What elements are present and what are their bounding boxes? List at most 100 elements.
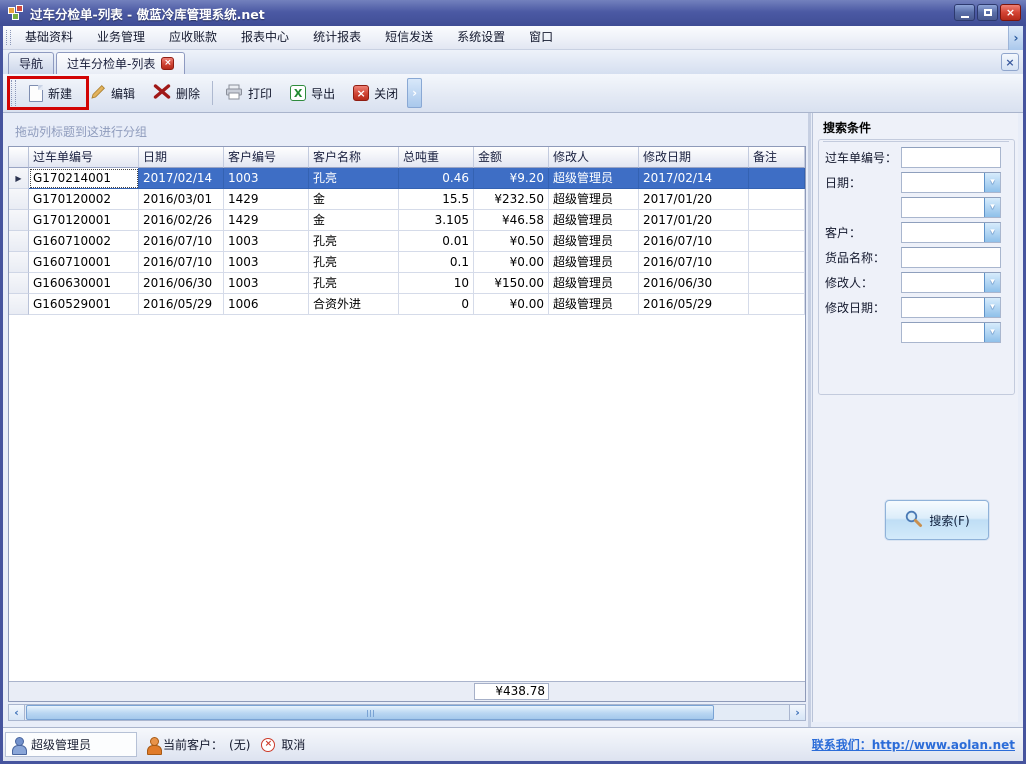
menu-item[interactable]: 系统设置 [445, 26, 517, 49]
close-x-icon: × [353, 85, 369, 101]
cell-customer_name: 金 [309, 210, 399, 231]
table-row[interactable]: G1605290012016/05/291006合资外进0¥0.00超级管理员2… [9, 294, 805, 315]
combo-dropdown-icon[interactable]: ▾ [984, 223, 1000, 242]
cell-amount: ¥46.58 [474, 210, 549, 231]
cell-customer_name: 金 [309, 189, 399, 210]
scrollbar-thumb[interactable] [26, 705, 714, 720]
cell-modifier: 超级管理员 [549, 189, 639, 210]
toolbar-separator [212, 81, 213, 105]
edit-button[interactable]: 编辑 [81, 78, 144, 108]
column-header-tonnage[interactable]: 总吨重 [399, 147, 474, 168]
tab-active[interactable]: 过车分检单-列表× [56, 52, 185, 74]
combo-dropdown-icon[interactable]: ▾ [984, 298, 1000, 317]
scroll-right-arrow-icon[interactable]: › [789, 705, 805, 720]
cell-modified_date: 2016/07/10 [639, 252, 749, 273]
grid-corner-cell [9, 147, 29, 168]
search-field-combo[interactable]: ▾ [901, 322, 1001, 343]
cell-date: 2016/05/29 [139, 294, 224, 315]
column-header-date[interactable]: 日期 [139, 147, 224, 168]
column-header-modified_date[interactable]: 修改日期 [639, 147, 749, 168]
column-header-customer_name[interactable]: 客户名称 [309, 147, 399, 168]
column-header-customer_no[interactable]: 客户编号 [224, 147, 309, 168]
print-button[interactable]: 打印 [216, 78, 281, 108]
cell-date: 2016/07/10 [139, 231, 224, 252]
search-field-input[interactable] [901, 247, 1001, 268]
tabstrip-close-button[interactable]: × [1001, 53, 1019, 71]
search-button[interactable]: 搜索(F) [885, 500, 989, 540]
menu-item[interactable]: 报表中心 [229, 26, 301, 49]
new-button[interactable]: 新建 [20, 78, 81, 108]
search-field-combo[interactable]: ▾ [901, 222, 1001, 243]
search-field-input[interactable] [901, 147, 1001, 168]
combo-dropdown-icon[interactable]: ▾ [984, 323, 1000, 342]
cell-customer_no: 1429 [224, 210, 309, 231]
cell-note [749, 210, 805, 231]
maximize-button[interactable] [977, 4, 998, 21]
delete-button[interactable]: 删除 [144, 78, 209, 108]
data-grid: 过车单编号日期客户编号客户名称总吨重金额修改人修改日期备注 ▶G17021400… [8, 146, 806, 702]
column-header-amount[interactable]: 金额 [474, 147, 549, 168]
table-row[interactable]: G1606300012016/06/301003孔亮10¥150.00超级管理员… [9, 273, 805, 294]
column-header-modifier[interactable]: 修改人 [549, 147, 639, 168]
menu-overflow-chevron-icon[interactable]: › [1008, 26, 1023, 50]
current-user-name: 超级管理员 [31, 736, 91, 753]
search-field-label: 修改日期： [825, 299, 901, 316]
search-field-combo[interactable]: ▾ [901, 197, 1001, 218]
combo-dropdown-icon[interactable]: ▾ [984, 273, 1000, 292]
menu-item[interactable]: 统计报表 [301, 26, 373, 49]
cell-date: 2016/03/01 [139, 189, 224, 210]
excel-export-icon: X [290, 85, 306, 101]
panel-splitter[interactable] [808, 113, 811, 727]
row-indicator [9, 252, 29, 273]
combo-dropdown-icon[interactable]: ▾ [984, 173, 1000, 192]
menu-bar-items: 基础资料业务管理应收账款报表中心统计报表短信发送系统设置窗口 [13, 26, 565, 49]
menu-item[interactable]: 基础资料 [13, 26, 85, 49]
table-row[interactable]: G1607100012016/07/101003孔亮0.1¥0.00超级管理员2… [9, 252, 805, 273]
search-field-combo[interactable]: ▾ [901, 272, 1001, 293]
app-window: 过车分检单-列表 - 傲蓝冷库管理系统.net × 基础资料业务管理应收账款报表… [0, 0, 1026, 764]
cancel-circle-icon[interactable]: × [261, 738, 275, 752]
combo-dropdown-icon[interactable]: ▾ [984, 198, 1000, 217]
cell-amount: ¥0.00 [474, 252, 549, 273]
table-row[interactable]: ▶G1702140012017/02/141003孔亮0.46¥9.20超级管理… [9, 168, 805, 189]
cell-tonnage: 10 [399, 273, 474, 294]
close-window-button[interactable]: × [1000, 4, 1021, 21]
cell-tonnage: 15.5 [399, 189, 474, 210]
menu-item[interactable]: 应收账款 [157, 26, 229, 49]
search-field-row: 修改日期： ▾ [825, 296, 1008, 318]
tab-label: 导航 [19, 55, 43, 72]
column-header-note[interactable]: 备注 [749, 147, 805, 168]
scroll-left-arrow-icon[interactable]: ‹ [9, 705, 25, 720]
cell-id: G170120002 [29, 189, 139, 210]
table-row[interactable]: G1701200022016/03/011429金15.5¥232.50超级管理… [9, 189, 805, 210]
menu-item[interactable]: 窗口 [517, 26, 565, 49]
grid-header-row: 过车单编号日期客户编号客户名称总吨重金额修改人修改日期备注 [9, 147, 805, 168]
table-row[interactable]: G1701200012016/02/261429金3.105¥46.58超级管理… [9, 210, 805, 231]
export-button[interactable]: X 导出 [281, 78, 344, 108]
search-button-label: 搜索(F) [929, 512, 969, 529]
menu-item[interactable]: 业务管理 [85, 26, 157, 49]
toolbar-overflow-chevron-icon[interactable]: › [407, 78, 422, 108]
search-field-label: 过车单编号： [825, 149, 901, 166]
horizontal-scrollbar[interactable]: ‹ › [8, 704, 806, 721]
printer-icon [225, 84, 243, 103]
search-field-combo[interactable]: ▾ [901, 297, 1001, 318]
tab-close-icon[interactable]: × [161, 57, 174, 70]
cell-note [749, 252, 805, 273]
row-indicator [9, 231, 29, 252]
grid-summary-row: ¥438.78 [9, 681, 805, 701]
table-row[interactable]: G1607100022016/07/101003孔亮0.01¥0.50超级管理员… [9, 231, 805, 252]
cancel-customer-button[interactable]: 取消 [281, 736, 305, 753]
minimize-button[interactable] [954, 4, 975, 21]
tab-nav[interactable]: 导航 [8, 52, 54, 74]
search-field-combo[interactable]: ▾ [901, 172, 1001, 193]
search-field-row: 日期：▾ [825, 171, 1008, 193]
contact-link[interactable]: 联系我们：http://www.aolan.net [812, 736, 1015, 753]
menu-item[interactable]: 短信发送 [373, 26, 445, 49]
cell-customer_no: 1003 [224, 252, 309, 273]
column-header-id[interactable]: 过车单编号 [29, 147, 139, 168]
close-list-button[interactable]: × 关闭 [344, 78, 407, 108]
app-icon [8, 5, 24, 21]
cell-tonnage: 0.01 [399, 231, 474, 252]
cell-note [749, 231, 805, 252]
